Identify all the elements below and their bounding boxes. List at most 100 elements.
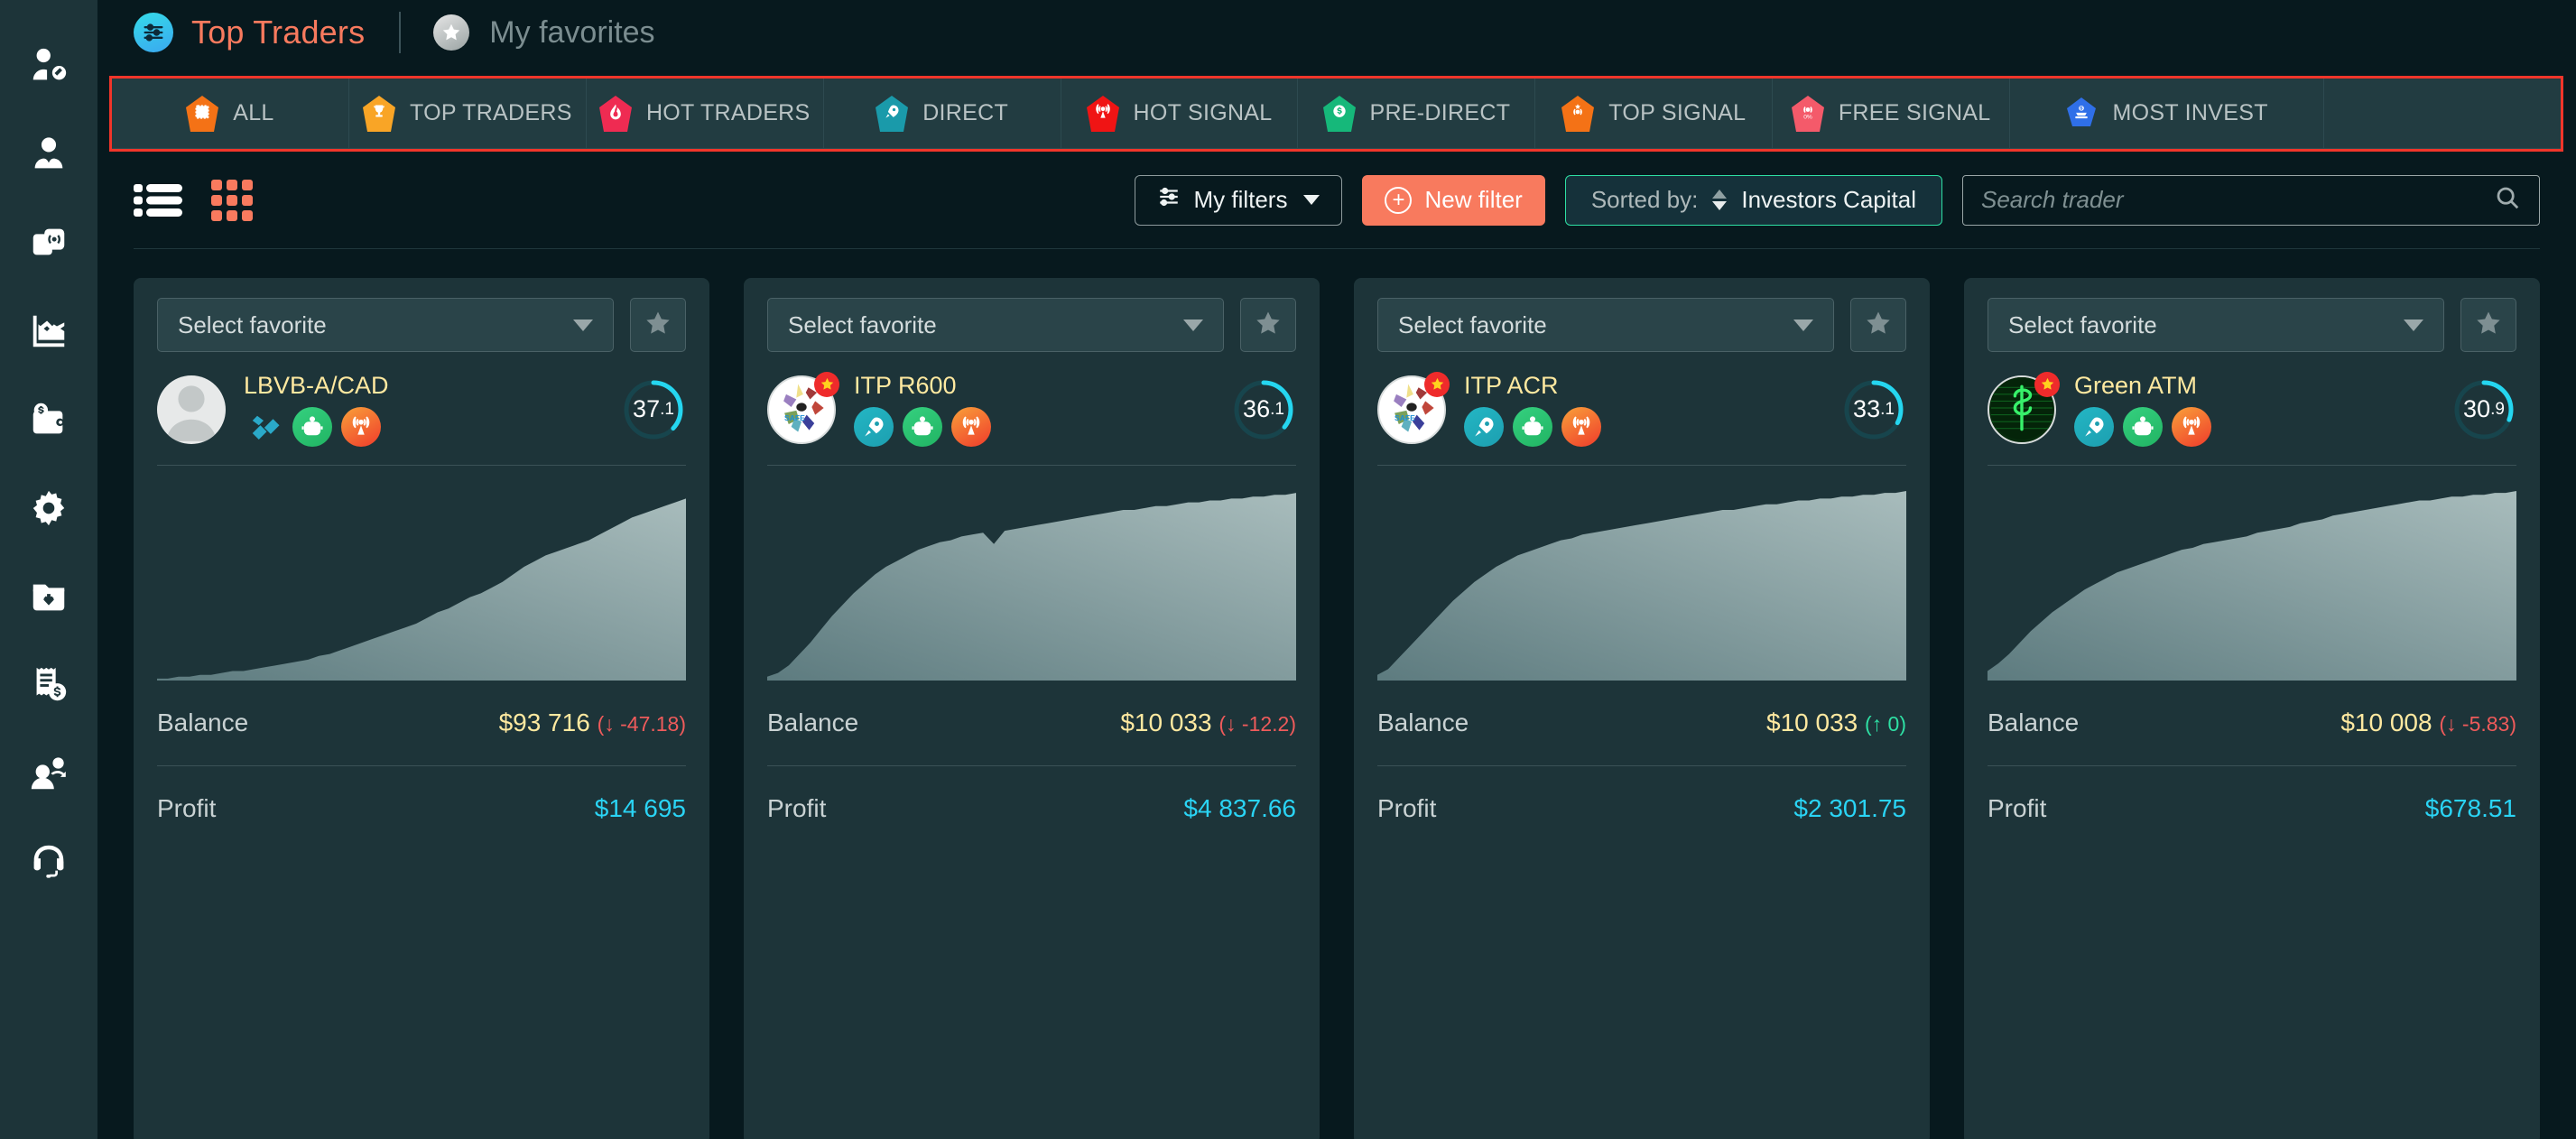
- select-favorite-dropdown[interactable]: Select favorite: [1377, 298, 1834, 352]
- users-icon: [28, 134, 69, 180]
- sidebar-item-referrals[interactable]: [0, 731, 97, 820]
- sort-arrows-icon: [1712, 190, 1728, 210]
- broadcast-icon: [2172, 407, 2211, 447]
- trader-identity-row: Green ATM 30 .9: [1988, 352, 2516, 466]
- card-header: Select favorite: [157, 298, 686, 352]
- equity-chart: [1377, 491, 1906, 681]
- balance-row: Balance $93 716 (↓ -47.18): [157, 681, 686, 765]
- avatar-wrap[interactable]: [157, 375, 226, 444]
- avatar-wrap[interactable]: [1988, 371, 2060, 444]
- svg-text:SAFE: SAFE: [1395, 413, 1415, 422]
- sidebar-item-deposit[interactable]: [0, 554, 97, 643]
- trader-name[interactable]: ITP R600: [854, 372, 1213, 400]
- rating-value: 37.1: [621, 377, 686, 442]
- rating-gauge: 36.1: [1231, 377, 1296, 442]
- grid-view-icon[interactable]: [211, 179, 253, 221]
- tab-label: DIRECT: [922, 100, 1009, 125]
- add-favorite-button[interactable]: [1240, 298, 1296, 352]
- tab-top-signal[interactable]: TOP SIGNAL: [1535, 79, 1774, 149]
- avatar-wrap[interactable]: SAFE: [767, 371, 839, 444]
- sidebar-item-chart[interactable]: [0, 289, 97, 377]
- select-favorite-label: Select favorite: [2008, 310, 2157, 338]
- tab-label: TOP TRADERS: [409, 100, 572, 125]
- my-filters-button[interactable]: My filters: [1135, 174, 1343, 226]
- card-header: Select favorite: [1988, 298, 2516, 352]
- headset-icon: [28, 841, 69, 887]
- filters-sliders-icon: [1157, 185, 1181, 215]
- trader-name[interactable]: LBVB-A/CAD: [244, 372, 603, 400]
- search-trader-box[interactable]: [1962, 174, 2540, 226]
- select-favorite-dropdown[interactable]: Select favorite: [767, 298, 1224, 352]
- balance-row: Balance $10 033 (↑ 0): [1377, 681, 1906, 765]
- balance-row: Balance $10 008 (↓ -5.83): [1988, 681, 2516, 765]
- tab-label: HOT SIGNAL: [1133, 100, 1273, 125]
- star-icon: [1864, 309, 1893, 342]
- tab-direct[interactable]: DIRECT: [823, 79, 1061, 149]
- trader-badges: [244, 407, 603, 447]
- sidebar-item-support[interactable]: [0, 820, 97, 908]
- sorted-by-label: Sorted by:: [1590, 186, 1699, 213]
- tab-free-signal[interactable]: 0% FREE SIGNAL: [1773, 79, 2011, 149]
- card-header: Select favorite: [767, 298, 1296, 352]
- robot-icon: [1513, 407, 1552, 447]
- balance-delta: (↓ -12.2): [1219, 712, 1296, 736]
- star-circle-icon: [433, 14, 470, 51]
- rating-value: 33.1: [1841, 377, 1906, 442]
- avatar-wrap[interactable]: SAFE: [1377, 371, 1450, 444]
- sidebar: [0, 0, 97, 1139]
- trader-name[interactable]: Green ATM: [2074, 372, 2433, 400]
- tab-most-invest[interactable]: MOST INVEST: [2010, 79, 2325, 149]
- search-icon[interactable]: [2494, 184, 2521, 216]
- tab-hot-signal[interactable]: HOT SIGNAL: [1061, 79, 1299, 149]
- balance-amount: $10 008: [2340, 708, 2432, 736]
- tab-hot-traders[interactable]: HOT TRADERS: [586, 79, 824, 149]
- tab-all[interactable]: ALL: [112, 79, 349, 149]
- tab-label: PRE-DIRECT: [1369, 100, 1511, 125]
- sidebar-item-wallet[interactable]: [0, 377, 97, 466]
- sidebar-item-billing[interactable]: [0, 643, 97, 731]
- balance-label: Balance: [157, 708, 249, 736]
- sidebar-item-trader-account[interactable]: [0, 23, 97, 112]
- star-icon: [644, 309, 672, 342]
- select-favorite-dropdown[interactable]: Select favorite: [157, 298, 614, 352]
- trader-identity-row: LBVB-A/CAD 37 .1: [157, 352, 686, 466]
- verified-star-badge: [814, 371, 839, 397]
- select-favorite-dropdown[interactable]: Select favorite: [1988, 298, 2444, 352]
- trader-badges: [1464, 407, 1823, 447]
- chevron-down-icon: [2404, 319, 2423, 331]
- plus-circle-icon: +: [1385, 186, 1413, 214]
- add-favorite-button[interactable]: [1850, 298, 1906, 352]
- pentagon-trophy-icon: [362, 95, 395, 132]
- my-favorites-tab[interactable]: My favorites: [433, 14, 655, 51]
- add-favorite-button[interactable]: [2460, 298, 2516, 352]
- balance-label: Balance: [767, 708, 859, 736]
- sidebar-item-users[interactable]: [0, 112, 97, 200]
- list-view-icon[interactable]: [134, 182, 182, 218]
- tab-top-traders[interactable]: TOP TRADERS: [348, 79, 587, 149]
- profit-label: Profit: [1377, 793, 1437, 822]
- balance-value: $10 033 (↑ 0): [1766, 708, 1906, 737]
- trader-card: Select favorite: [1354, 278, 1930, 1139]
- trader-name[interactable]: ITP ACR: [1464, 372, 1823, 400]
- rating-value: 30.9: [2451, 377, 2516, 442]
- add-favorite-button[interactable]: [630, 298, 686, 352]
- chevron-down-icon: [1793, 319, 1813, 331]
- rating-int: 37: [633, 395, 661, 422]
- new-filter-button[interactable]: + New filter: [1362, 174, 1545, 226]
- avatar: [157, 375, 226, 444]
- svg-text:SAFE: SAFE: [784, 413, 805, 422]
- category-tabs-wrap: ALL TOP TRADERS HOT TRADERS DIRECT HOT S…: [97, 76, 2576, 152]
- gear-icon: [28, 487, 69, 533]
- sidebar-item-signals[interactable]: [0, 200, 97, 289]
- card-header: Select favorite: [1377, 298, 1906, 352]
- tab-label: HOT TRADERS: [645, 100, 811, 125]
- tab-label: TOP SIGNAL: [1608, 100, 1747, 125]
- brand[interactable]: Top Traders: [134, 13, 365, 52]
- search-input[interactable]: [1981, 186, 2494, 214]
- tab-pre-direct[interactable]: PRE-DIRECT: [1298, 79, 1536, 149]
- rocket-icon: [854, 407, 894, 447]
- sidebar-item-settings[interactable]: [0, 466, 97, 554]
- sorted-by-button[interactable]: Sorted by: Investors Capital: [1564, 174, 1942, 226]
- rating-dec: .1: [660, 399, 674, 419]
- rating-gauge: 30.9: [2451, 377, 2516, 442]
